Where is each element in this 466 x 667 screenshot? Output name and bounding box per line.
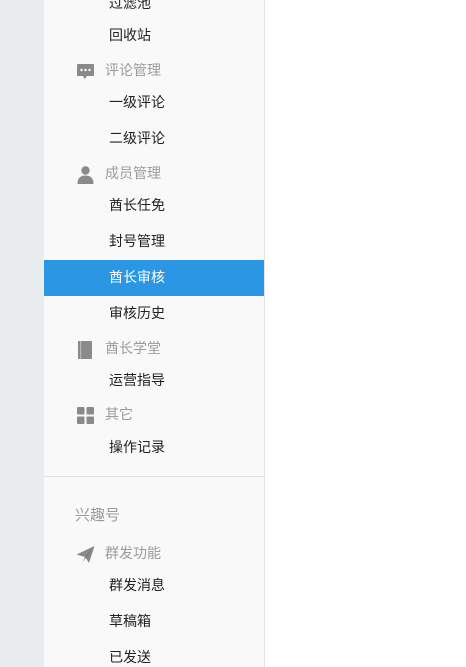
- section-divider: [44, 476, 264, 477]
- group-comment-management: 评论管理: [44, 54, 264, 88]
- sidebar-item-chief-appointment[interactable]: 酋长任免: [44, 188, 264, 224]
- sidebar-item-label: 群发消息: [109, 578, 165, 594]
- sidebar-item-label: 审核历史: [109, 306, 165, 322]
- grid-icon: [77, 407, 94, 424]
- sidebar-item-first-level-comments[interactable]: 一级评论: [44, 85, 264, 121]
- group-other: 其它: [44, 398, 264, 432]
- book-icon: [78, 341, 92, 359]
- group-label: 评论管理: [105, 63, 161, 79]
- sidebar-item-operation-guide[interactable]: 运营指导: [44, 363, 264, 399]
- page: 过滤池 回收站 评论管理 一级评论 二级评论 成员管理 酋长任免 封号管理 酋长…: [0, 0, 466, 667]
- sidebar-item-sent[interactable]: 已发送: [44, 640, 264, 667]
- sidebar-item-label: 一级评论: [109, 95, 165, 111]
- person-icon: [77, 166, 94, 184]
- sidebar-item-operation-log[interactable]: 操作记录: [44, 430, 264, 466]
- sidebar-item-label: 运营指导: [109, 373, 165, 389]
- sidebar-item-label: 已发送: [109, 650, 151, 666]
- sidebar-item-recycle-bin[interactable]: 回收站: [44, 18, 264, 54]
- comment-icon: [77, 64, 94, 79]
- sidebar-item-label: 酋长审核: [109, 270, 165, 286]
- sidebar-item-ban-management[interactable]: 封号管理: [44, 224, 264, 260]
- sidebar-item-review-history[interactable]: 审核历史: [44, 296, 264, 332]
- sidebar-item-chief-review[interactable]: 酋长审核: [44, 260, 264, 296]
- section-title-interest: 兴趣号: [75, 506, 121, 524]
- sidebar-item-label: 酋长任免: [109, 198, 165, 214]
- left-gutter: [0, 0, 44, 667]
- paper-plane-icon: [76, 546, 95, 563]
- sidebar-item-second-level-comments[interactable]: 二级评论: [44, 121, 264, 157]
- sidebar-nav: 过滤池 回收站 评论管理 一级评论 二级评论 成员管理 酋长任免 封号管理 酋长…: [44, 0, 265, 667]
- sidebar-item-label: 回收站: [109, 28, 151, 44]
- group-broadcast: 群发功能: [44, 537, 264, 571]
- group-label: 其它: [105, 407, 133, 423]
- sidebar-item-label: 过滤池: [109, 0, 151, 12]
- sidebar-item-label: 二级评论: [109, 131, 165, 147]
- group-chief-school: 酋长学堂: [44, 332, 264, 366]
- sidebar-item-label: 草稿箱: [109, 614, 151, 630]
- sidebar-item-label: 操作记录: [109, 440, 165, 456]
- sidebar-item-broadcast-message[interactable]: 群发消息: [44, 568, 264, 604]
- sidebar-item-drafts[interactable]: 草稿箱: [44, 604, 264, 640]
- group-label: 酋长学堂: [105, 341, 161, 357]
- group-label: 成员管理: [105, 166, 161, 182]
- sidebar-item-label: 封号管理: [109, 234, 165, 250]
- group-member-management: 成员管理: [44, 157, 264, 191]
- group-label: 群发功能: [105, 546, 161, 562]
